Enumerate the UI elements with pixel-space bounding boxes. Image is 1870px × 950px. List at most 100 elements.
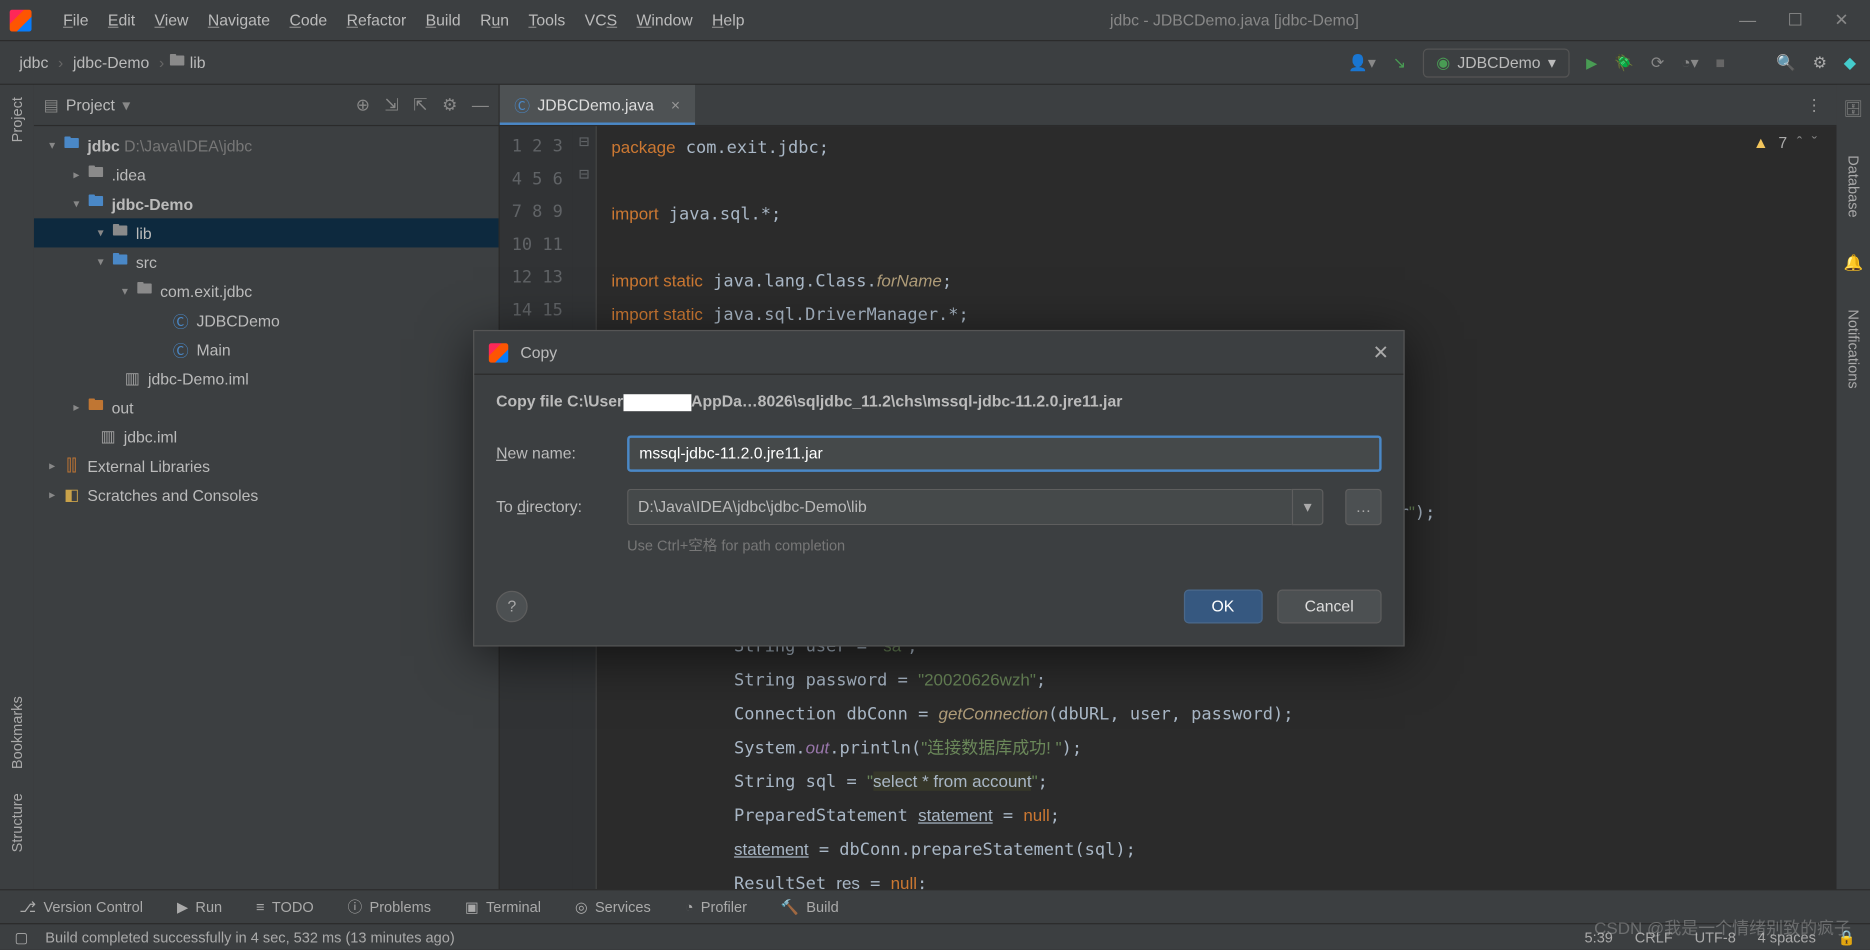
toolwin-services[interactable]: ◎Services: [575, 898, 651, 915]
toolwin-problems[interactable]: ⓘProblems: [348, 896, 431, 917]
toolwin-terminal[interactable]: ▣Terminal: [465, 898, 541, 915]
browse-button[interactable]: …: [1345, 488, 1381, 524]
menu-window[interactable]: Window: [627, 11, 703, 29]
left-tool-strip: Project Bookmarks Structure: [0, 85, 34, 889]
tab-jdbcdemo[interactable]: Ⓒ JDBCDemo.java ×: [500, 85, 695, 125]
directory-dropdown-icon[interactable]: ▾: [1292, 488, 1324, 524]
menu-view[interactable]: View: [145, 11, 198, 29]
coverage-icon[interactable]: ⟳: [1651, 53, 1664, 72]
toolwin-profiler[interactable]: ◔Profiler: [685, 898, 747, 915]
menu-tools[interactable]: Tools: [519, 11, 575, 29]
minimize-icon[interactable]: —: [1739, 10, 1756, 31]
run-button-icon[interactable]: ▶: [1586, 54, 1597, 71]
tree-folder-idea[interactable]: ▸🖿 .idea: [34, 160, 499, 189]
tree-folder-src[interactable]: ▾🖿 src: [34, 247, 499, 276]
panel-settings-icon[interactable]: ⚙: [442, 95, 457, 116]
branch-icon: ⎇: [19, 898, 36, 915]
tree-root[interactable]: ▾🖿 jdbc D:\Java\IDEA\jdbc: [34, 131, 499, 160]
database-icon[interactable]: 🗄: [1843, 99, 1863, 118]
new-name-input[interactable]: [627, 435, 1381, 471]
breadcrumb-module[interactable]: jdbc-Demo: [68, 53, 154, 71]
menu-edit[interactable]: Edit: [98, 11, 145, 29]
run-config-icon: ◉: [1436, 53, 1450, 72]
tree-scratches[interactable]: ▸◧ Scratches and Consoles: [34, 480, 499, 509]
notifications-icon[interactable]: 🔔: [1844, 254, 1864, 273]
user-icon[interactable]: 👤▾: [1348, 53, 1376, 72]
folder-icon: 🖿: [85, 161, 107, 188]
tree-class-jdbcdemo[interactable]: Ⓒ JDBCDemo: [34, 306, 499, 335]
ok-button[interactable]: OK: [1184, 589, 1263, 623]
folder-icon: 🖿: [169, 49, 185, 76]
chevron-right-icon: ›: [53, 53, 68, 71]
iml-file-icon: ▥: [121, 369, 143, 388]
settings-icon[interactable]: ⚙: [1813, 53, 1827, 72]
menu-build[interactable]: Build: [416, 11, 470, 29]
close-dialog-icon[interactable]: ✕: [1373, 340, 1389, 364]
menu-run[interactable]: Run: [470, 11, 518, 29]
tree-folder-lib[interactable]: ▾🖿 lib: [34, 218, 499, 247]
class-icon: Ⓒ: [170, 309, 192, 332]
hide-panel-icon[interactable]: —: [472, 95, 489, 116]
profiler-icon: ◔: [685, 898, 694, 915]
status-icon[interactable]: ▢: [15, 929, 29, 946]
toolwin-run[interactable]: ▶Run: [177, 898, 222, 915]
tool-tab-project[interactable]: Project: [8, 97, 25, 142]
chevron-down-icon: ▾: [1548, 53, 1556, 72]
search-icon[interactable]: 🔍: [1776, 53, 1796, 72]
watermark: CSDN @我是一个情绪别致的疯子: [1594, 916, 1851, 940]
dialog-title: Copy: [520, 343, 557, 361]
build-icon[interactable]: ↘: [1393, 53, 1406, 72]
help-button[interactable]: ?: [496, 590, 528, 622]
toolwin-todo[interactable]: ≡TODO: [256, 898, 314, 915]
menu-file[interactable]: File: [53, 11, 98, 29]
toolwin-build[interactable]: 🔨Build: [781, 898, 839, 915]
menu-code[interactable]: Code: [280, 11, 337, 29]
locate-icon[interactable]: ⊕: [356, 95, 370, 116]
right-tool-strip: 🗄 Database 🔔 Notifications: [1836, 85, 1870, 889]
tree-file-iml[interactable]: ▥ jdbc-Demo.iml: [34, 364, 499, 393]
tree-external-libs[interactable]: ▸⫿⫿ External Libraries: [34, 451, 499, 480]
tree-folder-out[interactable]: ▸🖿 out: [34, 393, 499, 422]
close-window-icon[interactable]: ✕: [1834, 10, 1848, 31]
breadcrumb-folder[interactable]: lib: [185, 53, 210, 71]
breadcrumb-project[interactable]: jdbc: [15, 53, 54, 71]
maximize-icon[interactable]: ☐: [1788, 10, 1803, 31]
tool-tab-bookmarks[interactable]: Bookmarks: [8, 697, 25, 770]
profile-icon[interactable]: ◔▾: [1681, 53, 1698, 72]
hammer-icon: 🔨: [781, 898, 799, 915]
menu-vcs[interactable]: VCS: [575, 11, 627, 29]
window-title: jdbc - JDBCDemo.java [jdbc-Demo]: [754, 11, 1715, 29]
new-name-label: New name:: [496, 444, 605, 462]
expand-all-icon[interactable]: ⇲: [384, 95, 398, 116]
toolwin-version-control[interactable]: ⎇Version Control: [19, 898, 143, 915]
tool-tab-database[interactable]: Database: [1845, 155, 1862, 217]
project-panel-title[interactable]: Project: [66, 96, 115, 114]
tree-package[interactable]: ▾🖿 com.exit.jdbc: [34, 277, 499, 306]
tab-menu-icon[interactable]: ⋮: [1792, 95, 1837, 114]
project-icon: ▤: [44, 95, 59, 114]
menu-refactor[interactable]: Refactor: [337, 11, 416, 29]
tool-tab-structure[interactable]: Structure: [8, 794, 25, 853]
project-tree[interactable]: ▾🖿 jdbc D:\Java\IDEA\jdbc ▸🖿 .idea ▾🖿 jd…: [34, 126, 499, 889]
cancel-button[interactable]: Cancel: [1277, 589, 1382, 623]
debug-button-icon[interactable]: 🪲: [1614, 53, 1634, 72]
stop-icon[interactable]: ■: [1716, 53, 1726, 71]
close-tab-icon[interactable]: ×: [671, 96, 680, 114]
run-config-selector[interactable]: ◉ JDBCDemo ▾: [1423, 48, 1569, 77]
chevron-right-icon: ›: [154, 53, 169, 71]
tree-module-demo[interactable]: ▾🖿 jdbc-Demo: [34, 189, 499, 218]
play-icon: ▶: [177, 898, 188, 915]
iml-file-icon: ▥: [97, 427, 119, 446]
chevron-down-icon[interactable]: ▾: [122, 95, 130, 114]
menu-navigate[interactable]: Navigate: [198, 11, 280, 29]
tool-tab-notifications[interactable]: Notifications: [1845, 310, 1862, 389]
completion-hint: Use Ctrl+空格 for path completion: [627, 534, 1381, 555]
updates-icon[interactable]: ◆: [1844, 53, 1856, 72]
menu-help[interactable]: Help: [702, 11, 754, 29]
collapse-all-icon[interactable]: ⇱: [413, 95, 427, 116]
services-icon: ◎: [575, 898, 588, 915]
tree-file-jdbciml[interactable]: ▥ jdbc.iml: [34, 422, 499, 451]
terminal-icon: ▣: [465, 898, 479, 915]
to-directory-input[interactable]: [627, 488, 1292, 524]
tree-class-main[interactable]: Ⓒ Main: [34, 335, 499, 364]
